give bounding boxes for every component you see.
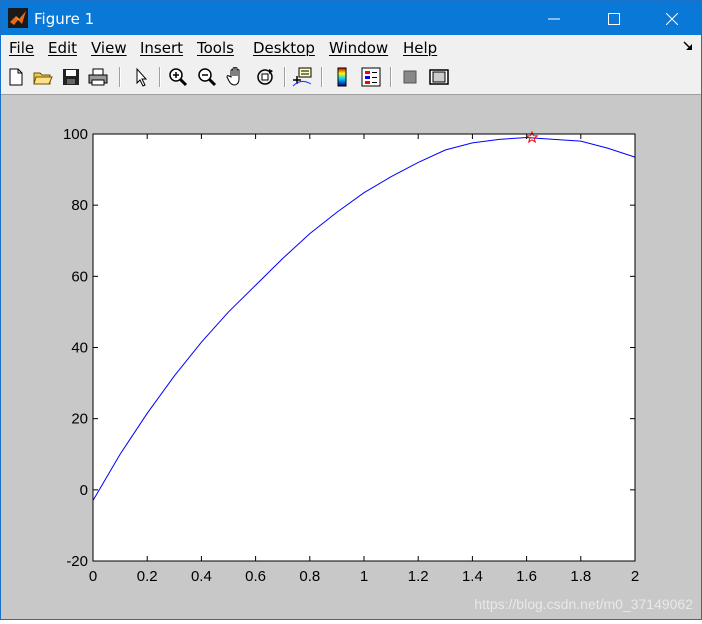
y-tick-label: -20 — [66, 553, 88, 570]
close-icon — [665, 12, 679, 25]
edit-plot-arrow-icon[interactable] — [131, 66, 153, 88]
y-tick-label: 0 — [80, 482, 88, 499]
new-figure-icon[interactable] — [5, 66, 27, 88]
menu-help[interactable]: Help — [403, 39, 437, 57]
watermark-text: https://blog.csdn.net/m0_37149062 — [474, 596, 693, 612]
x-tick-label: 1.4 — [462, 568, 483, 585]
maximize-icon — [608, 12, 620, 25]
title-bar[interactable]: Figure 1 — [1, 1, 701, 35]
figure-canvas: 0 0.2 0.4 0.6 0.8 1 1.2 1.4 1.6 1.8 2 -20 0 20 40 60 80 1… — [1, 95, 701, 619]
pan-hand-icon[interactable] — [225, 66, 247, 88]
toolbar-separator — [119, 67, 121, 87]
x-tick-label: 0.6 — [245, 568, 266, 585]
hide-plot-tools-icon[interactable] — [399, 66, 421, 88]
figure-toolbar — [1, 61, 701, 95]
close-button[interactable] — [649, 1, 695, 35]
x-tick-label: 1 — [360, 568, 368, 585]
maximize-button[interactable] — [591, 1, 637, 35]
figure-window: Figure 1 File Edit View Insert Tools Des… — [0, 0, 702, 620]
y-tick-label: 60 — [71, 268, 88, 285]
minimize-button[interactable] — [531, 1, 577, 35]
menu-file[interactable]: File — [9, 39, 34, 57]
menu-tools[interactable]: Tools — [197, 39, 234, 57]
minimize-icon — [548, 18, 560, 19]
x-tick-label: 0.4 — [191, 568, 212, 585]
x-tick-label: 1.2 — [408, 568, 429, 585]
data-cursor-icon[interactable] — [291, 66, 313, 88]
dock-arrow-icon[interactable] — [683, 41, 693, 51]
menu-insert[interactable]: Insert — [140, 39, 183, 57]
x-tick-label: 1.8 — [570, 568, 591, 585]
rotate-3d-icon[interactable] — [254, 66, 276, 88]
y-tick-label: 20 — [71, 411, 88, 428]
x-tick-label: 1.6 — [516, 568, 537, 585]
menu-edit[interactable]: Edit — [48, 39, 77, 57]
toolbar-separator — [321, 67, 323, 87]
x-tick-label: 0.8 — [299, 568, 320, 585]
y-tick-label: 100 — [63, 126, 88, 143]
menu-window[interactable]: Window — [329, 39, 388, 57]
matlab-logo-icon — [8, 8, 28, 28]
axes-background — [93, 134, 635, 561]
x-tick-label: 2 — [631, 568, 639, 585]
zoom-out-icon[interactable] — [196, 66, 218, 88]
line-chart[interactable]: 0 0.2 0.4 0.6 0.8 1 1.2 1.4 1.6 1.8 2-200204060801… — [1, 95, 701, 619]
open-file-icon[interactable] — [32, 66, 54, 88]
toolbar-separator — [390, 67, 392, 87]
menu-desktop[interactable]: Desktop — [253, 39, 315, 57]
toolbar-separator — [159, 67, 161, 87]
zoom-in-icon[interactable] — [167, 66, 189, 88]
x-tick-label: 0.2 — [137, 568, 158, 585]
y-tick-label: 80 — [71, 197, 88, 214]
x-tick-label: 0 — [89, 568, 97, 585]
toolbar-separator — [284, 67, 286, 87]
window-title: Figure 1 — [34, 10, 95, 28]
y-tick-label: 40 — [71, 340, 88, 357]
menu-view[interactable]: View — [91, 39, 127, 57]
print-icon[interactable] — [87, 66, 109, 88]
legend-icon[interactable] — [360, 66, 382, 88]
show-plot-tools-icon[interactable] — [428, 66, 450, 88]
colorbar-icon[interactable] — [331, 66, 353, 88]
save-icon[interactable] — [60, 66, 82, 88]
menu-bar: File Edit View Insert Tools Desktop Wind… — [1, 35, 701, 61]
